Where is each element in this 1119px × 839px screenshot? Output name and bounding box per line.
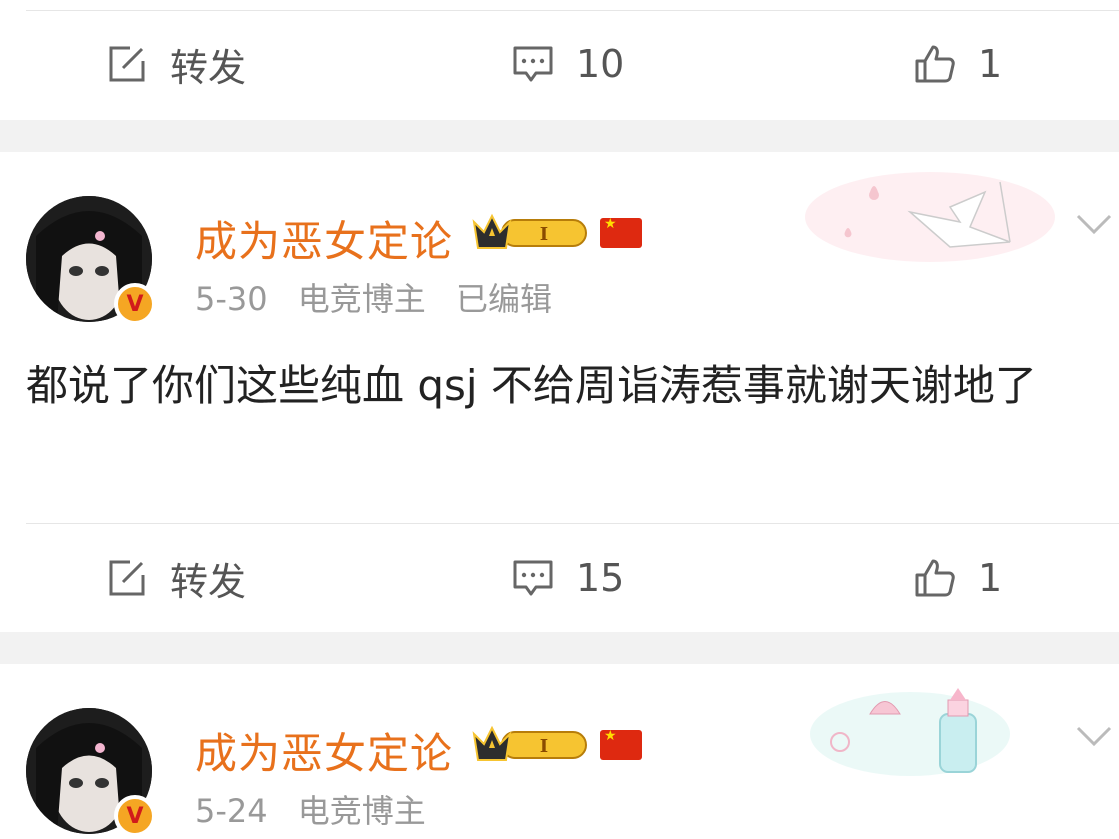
- china-flag-icon: [600, 728, 642, 760]
- like-count: 1: [978, 556, 1003, 600]
- action-bar: 转发 15 1: [0, 528, 1119, 628]
- comment-bubble-icon: [513, 46, 553, 82]
- like-button[interactable]: 1: [914, 14, 1002, 114]
- action-bar: 转发 10 1: [0, 14, 1119, 114]
- comment-button[interactable]: 10: [512, 14, 624, 114]
- like-button[interactable]: 1: [914, 528, 1002, 628]
- chevron-down-icon[interactable]: [1074, 716, 1114, 756]
- comment-count: 10: [576, 42, 625, 86]
- chevron-down-icon[interactable]: [1074, 204, 1114, 244]
- repost-label: 转发: [170, 45, 247, 90]
- username[interactable]: 成为恶女定论: [195, 720, 453, 781]
- svg-text:I: I: [540, 224, 548, 245]
- edit-square-icon: [109, 560, 145, 596]
- comment-count: 15: [576, 556, 625, 600]
- comment-bubble-icon: [513, 560, 553, 596]
- author-tag: 电竞博主: [297, 792, 426, 830]
- edit-square-icon: [109, 46, 145, 82]
- china-flag-icon: [600, 216, 642, 248]
- comment-button[interactable]: 15: [512, 528, 624, 628]
- post-meta: 5-24 电竞博主: [195, 786, 446, 832]
- post-date: 5-30: [195, 280, 268, 318]
- post-card: V 成为恶女定论 I 5-30 电竞博主 已编辑 都说了你们这些纯血 qsj 不…: [0, 152, 1119, 632]
- post-body: 都说了你们这些纯血 qsj 不给周诣涛惹事就谢天谢地了: [26, 361, 1037, 410]
- author-tag: 电竞博主: [297, 280, 426, 318]
- repost-button[interactable]: 转发: [106, 528, 246, 628]
- post-date: 5-24: [195, 792, 268, 830]
- repost-label: 转发: [170, 559, 247, 604]
- repost-button[interactable]: 转发: [106, 14, 246, 114]
- post-meta: 5-30 电竞博主 已编辑: [195, 274, 572, 320]
- crown-level-badge-icon: I: [472, 725, 587, 761]
- crown-level-badge-icon: I: [472, 213, 587, 249]
- verified-badge: V: [114, 283, 156, 325]
- post-card: V 成为恶女定论 I 5-24 电竞博主: [0, 664, 1119, 839]
- svg-text:I: I: [540, 736, 548, 757]
- username[interactable]: 成为恶女定论: [195, 208, 453, 269]
- verified-badge: V: [114, 795, 156, 837]
- edited-label: 已编辑: [455, 280, 552, 318]
- crane-decoration-icon: [805, 172, 1055, 262]
- thumbs-up-icon: [915, 45, 955, 83]
- divider: [26, 523, 1119, 524]
- shell-bottle-decoration-icon: [810, 688, 1010, 776]
- like-count: 1: [978, 42, 1003, 86]
- previous-post-card: 转发 10 1: [0, 0, 1119, 120]
- divider: [26, 10, 1119, 11]
- thumbs-up-icon: [915, 559, 955, 597]
